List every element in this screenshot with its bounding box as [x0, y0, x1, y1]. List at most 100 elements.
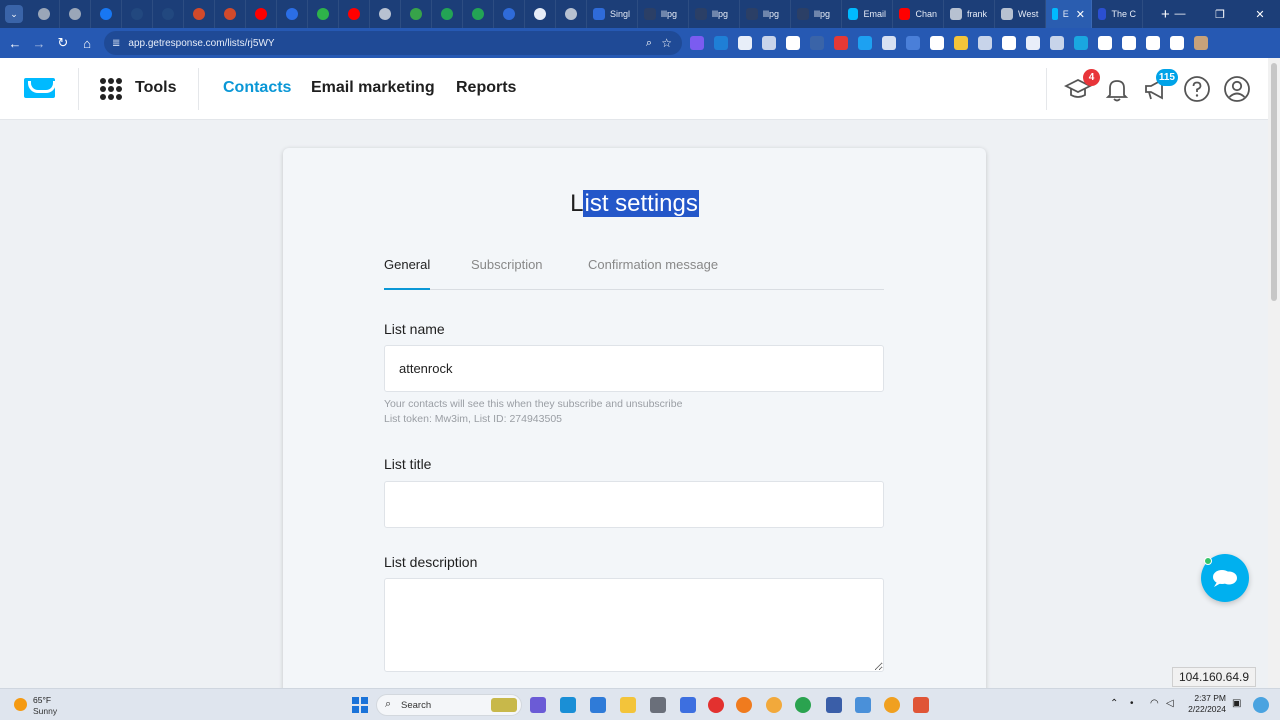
extension-icon[interactable] [1002, 36, 1016, 50]
browser-tab[interactable]: frank [944, 0, 995, 28]
extension-icon[interactable] [738, 36, 752, 50]
taskbar-clock[interactable]: 2:37 PM 2/22/2024 [1186, 693, 1226, 715]
help-icon[interactable] [1183, 75, 1211, 103]
bookmark-star-icon[interactable]: ☆ [661, 36, 672, 50]
browser-tab[interactable]: Chan [893, 0, 944, 28]
browser-tab[interactable] [29, 0, 60, 28]
browser-tab[interactable] [370, 0, 401, 28]
tab-subscription[interactable]: Subscription [471, 257, 543, 290]
close-window-icon[interactable]: ✕ [1240, 0, 1280, 28]
extension-icon[interactable] [858, 36, 872, 50]
extension-icon[interactable] [810, 36, 824, 50]
nav-contacts[interactable]: Contacts [223, 79, 291, 97]
list-description-textarea[interactable] [384, 578, 884, 672]
nav-reports[interactable]: Reports [456, 79, 516, 97]
user-profile-icon[interactable] [1223, 75, 1251, 103]
browser-tab[interactable]: lllpg [791, 0, 842, 28]
notepad-icon[interactable] [826, 697, 842, 713]
taskbar-search[interactable]: ⌕ Search [376, 694, 522, 716]
firefox-icon[interactable] [736, 697, 752, 713]
teams-icon[interactable] [530, 697, 546, 713]
extension-icon[interactable] [1194, 36, 1208, 50]
browser-tab[interactable] [122, 0, 153, 28]
tools-menu[interactable]: Tools [135, 79, 176, 97]
notifications-bell-icon[interactable] [1103, 75, 1131, 103]
back-arrow-icon[interactable]: ← [3, 31, 27, 55]
extension-icon[interactable] [714, 36, 728, 50]
extension-icon[interactable] [978, 36, 992, 50]
weather-temperature[interactable]: 65°F [33, 695, 51, 705]
learning-cap-icon[interactable]: 4 [1063, 69, 1100, 103]
extension-icon[interactable] [1170, 36, 1184, 50]
browser-tab[interactable] [401, 0, 432, 28]
extension-icon[interactable] [1074, 36, 1088, 50]
browser-tab[interactable] [246, 0, 277, 28]
browser-tab[interactable]: The C [1092, 0, 1143, 28]
windows-start-icon[interactable] [352, 697, 368, 713]
extension-icon[interactable] [1050, 36, 1064, 50]
extension-icon[interactable] [1146, 36, 1160, 50]
zoom-icon[interactable]: ⌕ [646, 37, 652, 50]
browser-tab[interactable] [432, 0, 463, 28]
browser-tab[interactable] [525, 0, 556, 28]
announcements-megaphone-icon[interactable]: 115 [1142, 69, 1178, 103]
extension-icon[interactable] [834, 36, 848, 50]
browser-tab[interactable] [153, 0, 184, 28]
browser-tab[interactable] [494, 0, 525, 28]
wifi-icon[interactable]: ◠ [1150, 698, 1159, 709]
extension-icon[interactable] [1098, 36, 1112, 50]
extension-icon[interactable] [786, 36, 800, 50]
chrome-canary-icon[interactable] [884, 697, 900, 713]
extension-icon[interactable] [906, 36, 920, 50]
browser-tab[interactable] [184, 0, 215, 28]
browser-tab[interactable]: lllpg [638, 0, 689, 28]
browser-tab-active[interactable]: E ✕ [1046, 0, 1092, 28]
scrollbar-thumb[interactable] [1271, 63, 1277, 301]
app-icon[interactable] [913, 697, 929, 713]
browser-tab[interactable] [215, 0, 246, 28]
extension-icon[interactable] [1026, 36, 1040, 50]
extension-icon[interactable] [930, 36, 944, 50]
browser-icon[interactable] [766, 697, 782, 713]
site-info-icon[interactable]: ≣ [112, 38, 120, 49]
list-name-input[interactable] [384, 345, 884, 392]
browser-tab[interactable] [60, 0, 91, 28]
extension-icon[interactable] [762, 36, 776, 50]
browser-tab[interactable] [91, 0, 122, 28]
app-icon[interactable] [680, 697, 696, 713]
forward-arrow-icon[interactable]: → [27, 31, 51, 55]
extension-icon[interactable] [954, 36, 968, 50]
reload-icon[interactable]: ↻ [51, 31, 75, 55]
close-tab-icon[interactable]: ✕ [1076, 8, 1085, 21]
apps-grid-icon[interactable] [100, 78, 122, 100]
home-icon[interactable]: ⌂ [75, 31, 99, 55]
tab-confirmation-message[interactable]: Confirmation message [588, 257, 718, 290]
url-text[interactable]: app.getresponse.com/lists/rj5WY [128, 38, 274, 49]
volume-icon[interactable]: ◁ [1166, 698, 1174, 709]
weather-description[interactable]: Sunny [33, 706, 57, 716]
browser-tab[interactable]: Email [842, 0, 893, 28]
microphone-icon[interactable]: • [1130, 698, 1134, 709]
store-icon[interactable] [590, 697, 606, 713]
tab-search-chevron-icon[interactable]: ⌄ [5, 5, 23, 23]
browser-tab[interactable]: lllpg [740, 0, 791, 28]
sun-icon[interactable] [14, 698, 27, 711]
browser-tab[interactable] [277, 0, 308, 28]
chrome-icon[interactable] [795, 697, 811, 713]
extension-icon[interactable] [690, 36, 704, 50]
browser-tab[interactable] [556, 0, 587, 28]
browser-tab[interactable] [339, 0, 370, 28]
getresponse-logo[interactable] [24, 78, 55, 98]
page-scrollbar[interactable] [1268, 58, 1280, 688]
browser-tab[interactable] [308, 0, 339, 28]
browser-tab[interactable]: lllpg [689, 0, 740, 28]
extension-icon[interactable] [1122, 36, 1136, 50]
file-explorer-icon[interactable] [620, 697, 636, 713]
browser-tab[interactable] [463, 0, 494, 28]
address-bar[interactable]: ≣ app.getresponse.com/lists/rj5WY ⌕ ☆ [104, 31, 682, 55]
extension-icon[interactable] [882, 36, 896, 50]
calculator-icon[interactable] [650, 697, 666, 713]
browser-tab[interactable]: West [995, 0, 1046, 28]
notification-icon[interactable]: ▣ [1232, 698, 1241, 709]
edge-icon[interactable] [560, 697, 576, 713]
